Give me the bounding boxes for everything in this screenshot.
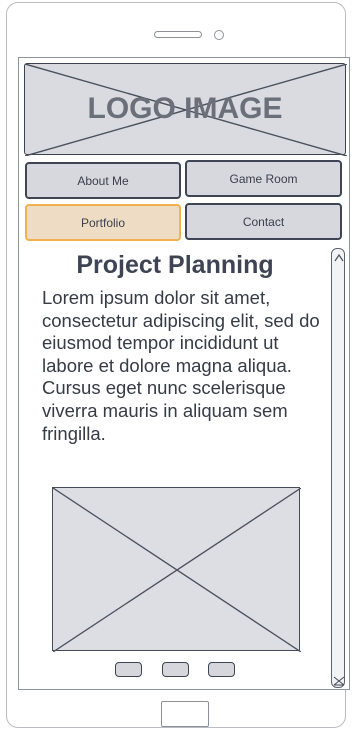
page-title: Project Planning: [76, 251, 274, 279]
carousel-dot-3[interactable]: [208, 662, 235, 677]
scrollbar[interactable]: [331, 248, 345, 688]
image-placeholder: [52, 487, 301, 652]
carousel-dot-1[interactable]: [115, 662, 142, 677]
nav-button-about-me[interactable]: About Me: [25, 162, 181, 199]
body-paragraph: Lorem ipsum dolor sit amet, consectetur …: [42, 287, 320, 444]
nav-button-portfolio[interactable]: Portfolio: [25, 204, 181, 241]
speaker-grille: [154, 31, 202, 38]
camera-icon: [214, 30, 224, 40]
nav-button-game-room[interactable]: Game Room: [185, 160, 342, 197]
nav-button-contact[interactable]: Contact: [185, 203, 342, 240]
logo-text: LOGO IMAGE: [87, 92, 283, 125]
carousel-dot-2[interactable]: [162, 662, 189, 677]
placeholder-cross-icon: [53, 488, 301, 652]
logo-image-placeholder: LOGO IMAGE: [24, 63, 347, 156]
scrollbar-arrows-icon: [333, 253, 345, 686]
home-button[interactable]: [161, 701, 209, 727]
